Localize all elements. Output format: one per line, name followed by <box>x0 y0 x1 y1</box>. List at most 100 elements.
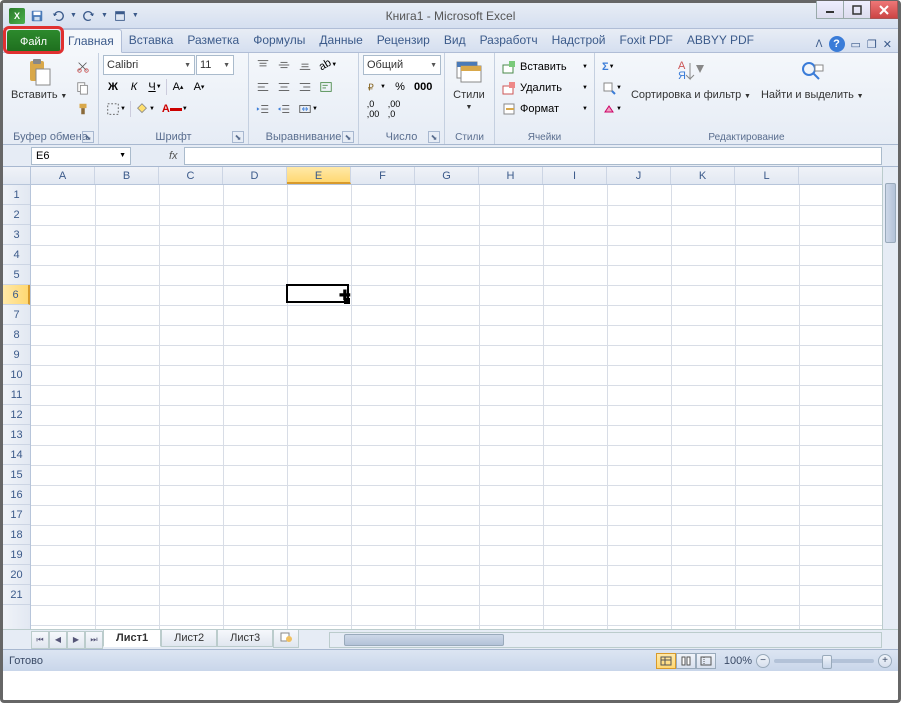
minimize-ribbon-button[interactable]: ᐱ <box>816 39 823 50</box>
row-header[interactable]: 5 <box>3 265 30 285</box>
undo-button[interactable] <box>49 7 67 25</box>
ribbon-tab-вставка[interactable]: Вставка <box>122 29 181 52</box>
sort-filter-button[interactable]: АЯ Сортировка и фильтр ▼ <box>627 55 755 103</box>
row-header[interactable]: 12 <box>3 405 30 425</box>
font-dialog-launcher[interactable]: ⬊ <box>232 131 244 143</box>
orientation-button[interactable]: ab▼ <box>316 55 340 75</box>
row-header[interactable]: 15 <box>3 465 30 485</box>
comma-button[interactable]: 000 <box>411 77 435 97</box>
fill-button[interactable]: ▼ <box>599 78 625 98</box>
close-button[interactable] <box>870 1 898 19</box>
row-header[interactable]: 3 <box>3 225 30 245</box>
row-header[interactable]: 4 <box>3 245 30 265</box>
sheet-first-button[interactable]: ⏮ <box>31 631 49 649</box>
format-cells-button[interactable]: Формат▼ <box>499 99 591 119</box>
align-left-button[interactable] <box>253 77 273 97</box>
row-header[interactable]: 19 <box>3 545 30 565</box>
select-all-button[interactable] <box>3 167 31 184</box>
ribbon-tab-abbyy pdf[interactable]: ABBYY PDF <box>680 29 761 52</box>
ribbon-tab-данные[interactable]: Данные <box>312 29 369 52</box>
column-header[interactable]: H <box>479 167 543 184</box>
row-header[interactable]: 6 <box>3 285 30 305</box>
font-size-combo[interactable]: 11▼ <box>196 55 234 75</box>
maximize-button[interactable] <box>843 1 871 19</box>
vertical-scrollbar[interactable] <box>882 167 898 629</box>
grow-font-button[interactable]: A▴ <box>168 77 188 97</box>
row-header[interactable]: 14 <box>3 445 30 465</box>
save-button[interactable] <box>28 7 46 25</box>
shrink-font-button[interactable]: A▾ <box>189 77 209 97</box>
workbook-restore-icon[interactable]: ❐ <box>867 38 877 51</box>
row-header[interactable]: 7 <box>3 305 30 325</box>
ribbon-tab-надстрой[interactable]: Надстрой <box>545 29 613 52</box>
redo-button[interactable] <box>80 7 98 25</box>
ribbon-tab-разработч[interactable]: Разработч <box>473 29 545 52</box>
ribbon-tab-foxit pdf[interactable]: Foxit PDF <box>613 29 680 52</box>
align-center-button[interactable] <box>274 77 294 97</box>
horizontal-scroll-thumb[interactable] <box>344 634 504 646</box>
horizontal-scrollbar[interactable] <box>329 632 882 648</box>
column-header[interactable]: C <box>159 167 223 184</box>
column-header[interactable]: I <box>543 167 607 184</box>
file-tab[interactable]: Файл <box>7 30 60 52</box>
wrap-text-button[interactable] <box>316 77 336 97</box>
ribbon-tab-главная[interactable]: Главная <box>60 29 122 53</box>
align-bottom-button[interactable] <box>295 55 315 75</box>
ribbon-tab-формулы[interactable]: Формулы <box>246 29 312 52</box>
currency-button[interactable]: ₽▼ <box>363 77 389 97</box>
sheet-last-button[interactable]: ⏭ <box>85 631 103 649</box>
merge-button[interactable]: ▼ <box>295 99 321 119</box>
normal-view-button[interactable] <box>656 653 676 669</box>
sheet-tab[interactable]: Лист1 <box>103 630 161 647</box>
clipboard-dialog-launcher[interactable]: ⬊ <box>82 131 94 143</box>
align-right-button[interactable] <box>295 77 315 97</box>
minimize-button[interactable] <box>816 1 844 19</box>
alignment-dialog-launcher[interactable]: ⬊ <box>342 131 354 143</box>
increase-indent-button[interactable] <box>274 99 294 119</box>
clear-button[interactable]: ▼ <box>599 99 625 119</box>
copy-button[interactable] <box>73 78 93 98</box>
number-dialog-launcher[interactable]: ⬊ <box>428 131 440 143</box>
format-painter-button[interactable] <box>73 99 93 119</box>
row-header[interactable]: 1 <box>3 185 30 205</box>
percent-button[interactable]: % <box>390 77 410 97</box>
column-header[interactable]: D <box>223 167 287 184</box>
new-sheet-button[interactable] <box>273 630 299 648</box>
row-header[interactable]: 2 <box>3 205 30 225</box>
align-top-button[interactable] <box>253 55 273 75</box>
zoom-in-button[interactable]: + <box>878 654 892 668</box>
sheet-tab[interactable]: Лист2 <box>161 630 217 647</box>
cells-area[interactable]: ✚ <box>31 185 898 629</box>
delete-cells-button[interactable]: Удалить▼ <box>499 78 591 98</box>
page-layout-view-button[interactable] <box>676 653 696 669</box>
autosum-button[interactable]: Σ ▼ <box>599 57 625 77</box>
zoom-out-button[interactable]: − <box>756 654 770 668</box>
formula-bar[interactable] <box>184 147 882 165</box>
row-header[interactable]: 8 <box>3 325 30 345</box>
sheet-tab[interactable]: Лист3 <box>217 630 273 647</box>
sheet-prev-button[interactable]: ◀ <box>49 631 67 649</box>
decrease-decimal-button[interactable]: ,00,0 <box>384 99 404 119</box>
sheet-next-button[interactable]: ▶ <box>67 631 85 649</box>
ribbon-tab-вид[interactable]: Вид <box>437 29 473 52</box>
qat-customize-button[interactable] <box>111 7 129 25</box>
workbook-close-icon[interactable]: ✕ <box>883 38 892 51</box>
cut-button[interactable] <box>73 57 93 77</box>
styles-button[interactable]: Стили▼ <box>449 55 489 114</box>
column-header[interactable]: B <box>95 167 159 184</box>
name-box[interactable]: E6▼ <box>31 147 131 165</box>
align-middle-button[interactable] <box>274 55 294 75</box>
row-header[interactable]: 20 <box>3 565 30 585</box>
column-header[interactable]: E <box>287 167 351 184</box>
redo-dropdown[interactable]: ▼ <box>101 12 108 19</box>
fx-icon[interactable]: fx <box>169 150 178 162</box>
row-header[interactable]: 13 <box>3 425 30 445</box>
font-color-button[interactable]: A▼ <box>159 99 191 119</box>
row-header[interactable]: 10 <box>3 365 30 385</box>
row-header[interactable]: 16 <box>3 485 30 505</box>
row-header[interactable]: 9 <box>3 345 30 365</box>
decrease-indent-button[interactable] <box>253 99 273 119</box>
zoom-slider[interactable] <box>774 659 874 663</box>
ribbon-tab-разметка[interactable]: Разметка <box>180 29 246 52</box>
font-name-combo[interactable]: Calibri▼ <box>103 55 195 75</box>
